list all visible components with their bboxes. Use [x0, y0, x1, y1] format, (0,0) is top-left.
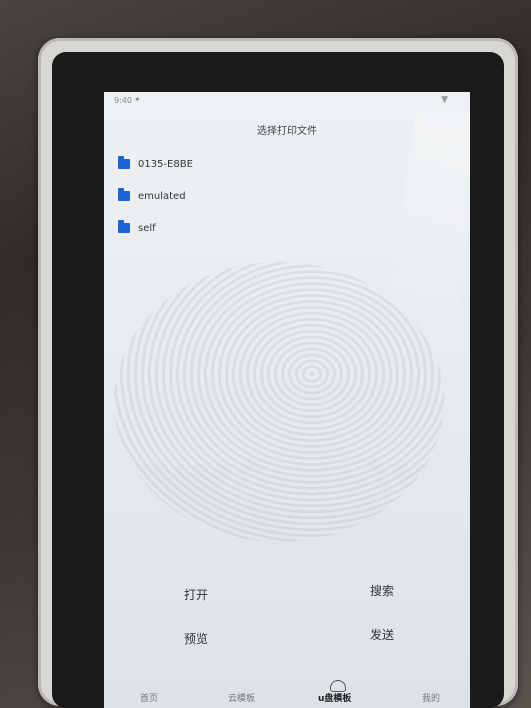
open-button[interactable]: 打开 — [184, 586, 208, 603]
folder-icon — [118, 156, 130, 169]
folder-label: self — [138, 222, 156, 234]
tab-mine[interactable]: 我的 — [422, 691, 440, 704]
folder-icon — [118, 220, 130, 233]
folder-label: emulated — [138, 190, 186, 202]
send-button[interactable]: 发送 — [370, 626, 394, 643]
tab-cloud-templates[interactable]: 云模板 — [228, 691, 255, 704]
preview-button[interactable]: 预览 — [184, 630, 208, 647]
wifi-icon: ▼ — [441, 95, 448, 105]
folder-icon — [118, 188, 130, 201]
notification-icon: ✦ — [134, 95, 141, 104]
folder-item[interactable]: self — [118, 218, 418, 238]
tablet-screen: 9:40 ✦ ▼ 选择打印文件 0135-E8BE emulated self … — [104, 92, 470, 708]
status-time: 9:40 — [114, 96, 132, 105]
folder-item[interactable]: emulated — [118, 186, 418, 206]
status-bar: 9:40 ✦ ▼ — [104, 92, 470, 110]
folder-item[interactable]: 0135-E8BE — [118, 154, 418, 174]
folder-label: 0135-E8BE — [138, 158, 193, 170]
bottom-tabbar: 首页 云模板 u盘模板 我的 — [104, 680, 470, 708]
search-button[interactable]: 搜索 — [370, 582, 394, 599]
tab-usb-templates[interactable]: u盘模板 — [318, 691, 351, 704]
tab-home[interactable]: 首页 — [140, 691, 158, 704]
